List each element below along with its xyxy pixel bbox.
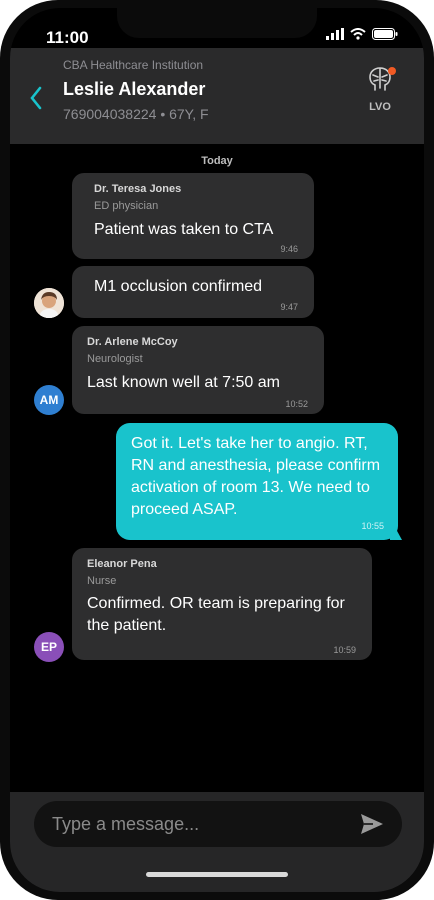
notification-dot: [388, 67, 396, 75]
message-text: Patient was taken to CTA: [94, 221, 274, 238]
battery-icon: [372, 28, 398, 40]
message-role: Neurologist: [87, 353, 143, 365]
message-text: Got it. Let's take her to angio. RT, RN …: [131, 435, 381, 518]
message-text: M1 occlusion confirmed: [94, 278, 263, 295]
message-bubble: Dr. Teresa Jones ED physician Patient wa…: [72, 173, 314, 259]
message-sender: Eleanor Pena: [87, 558, 157, 570]
message-bubble: Eleanor Pena Nurse Confirmed. OR team is…: [72, 548, 372, 660]
message-text: Confirmed. OR team is preparing for the …: [87, 595, 345, 634]
home-indicator: [146, 872, 288, 877]
composer: [34, 801, 402, 847]
chevron-left-icon: [30, 86, 42, 110]
message-sender: Dr. Arlene McCoy: [87, 336, 178, 348]
patient-info: 769004038224 • 67Y, F: [63, 106, 209, 122]
send-button[interactable]: [360, 813, 384, 835]
message-text: Last known well at 7:50 am: [87, 374, 280, 391]
screen: 11:00 CBA Healthcare Institution Leslie …: [10, 8, 424, 892]
message-bubble: M1 occlusion confirmed 9:47: [72, 266, 314, 318]
wifi-icon: [350, 28, 366, 40]
phone-frame: 11:00 CBA Healthcare Institution Leslie …: [0, 0, 434, 900]
avatar[interactable]: EP: [34, 632, 64, 662]
status-time: 11:00: [46, 28, 89, 47]
message-role: Nurse: [87, 575, 117, 587]
patient-name: Leslie Alexander: [63, 79, 206, 99]
message-time: 10:55: [361, 521, 384, 531]
message-bubble: Dr. Arlene McCoy Neurologist Last known …: [72, 326, 324, 414]
institution-name: CBA Healthcare Institution: [63, 58, 204, 72]
status-icons: [326, 28, 398, 40]
signal-icon: [326, 28, 344, 40]
notch: [117, 8, 317, 38]
bubble-tail: [390, 518, 402, 540]
outgoing-message-bubble: Got it. Let's take her to angio. RT, RN …: [116, 423, 398, 540]
lvo-button[interactable]: LVO: [358, 64, 402, 120]
avatar[interactable]: AM: [34, 385, 64, 415]
lvo-label: LVO: [369, 101, 391, 113]
message-role: ED physician: [94, 200, 159, 212]
person-photo-icon: [34, 288, 64, 318]
send-icon: [361, 814, 383, 834]
day-separator: Today: [201, 155, 233, 167]
back-button[interactable]: [26, 84, 48, 112]
message-time: 10:52: [285, 399, 308, 409]
message-input[interactable]: [52, 801, 342, 847]
message-time: 9:46: [280, 244, 298, 254]
message-sender: Dr. Teresa Jones: [94, 183, 182, 195]
message-time: 10:59: [333, 645, 356, 655]
avatar[interactable]: [34, 288, 64, 318]
chat-header: CBA Healthcare Institution Leslie Alexan…: [10, 48, 424, 144]
message-time: 9:47: [280, 302, 298, 312]
